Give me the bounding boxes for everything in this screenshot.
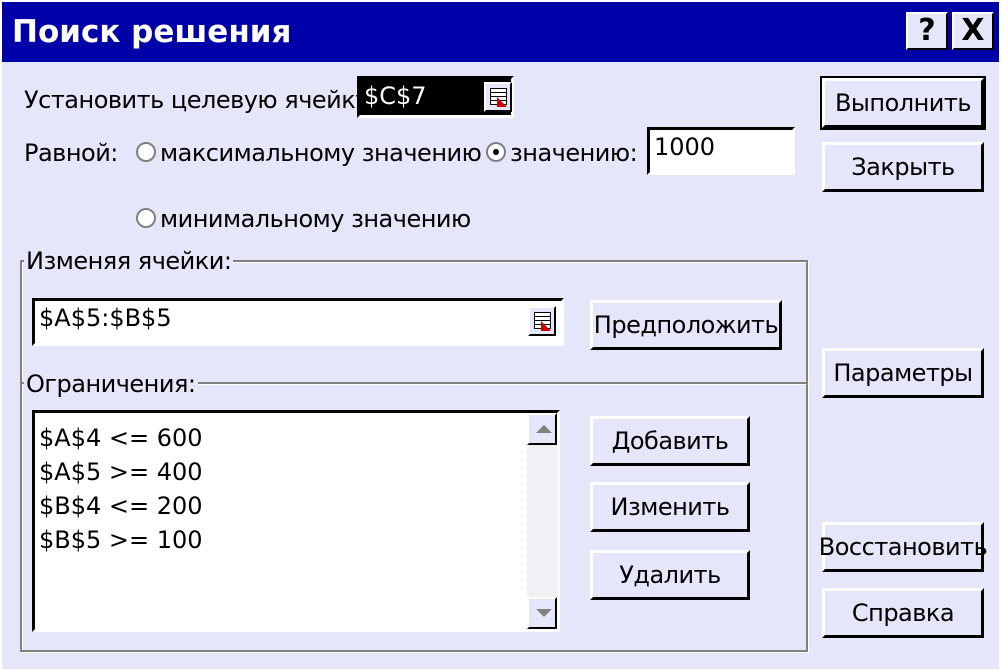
list-item[interactable]: $B$5 >= 100 (35, 523, 557, 557)
value-input[interactable]: 1000 (647, 127, 795, 175)
title-bar[interactable]: Поиск решения ? X (2, 2, 999, 62)
constraints-list[interactable]: $A$4 <= 600 $A$5 >= 400 $B$4 <= 200 $B$5… (32, 410, 560, 632)
scroll-up-icon[interactable] (527, 413, 557, 445)
radio-min-label: минимальному значению (160, 205, 471, 233)
constraints-scrollbar[interactable] (527, 413, 557, 629)
options-button[interactable]: Параметры (822, 348, 984, 398)
changing-cells-legend: Изменяя ячейки: (24, 246, 234, 276)
radio-max-label: максимальному значению (160, 139, 482, 167)
solver-dialog: Поиск решения ? X Установить целевую яче… (0, 0, 1001, 671)
radio-min[interactable] (136, 208, 156, 228)
delete-constraint-button[interactable]: Удалить (590, 550, 750, 600)
help-button[interactable]: Справка (822, 588, 984, 638)
scroll-down-icon[interactable] (527, 597, 557, 629)
guess-button[interactable]: Предположить (590, 300, 782, 350)
list-item[interactable]: $A$5 >= 400 (35, 455, 557, 489)
dialog-title: Поиск решения (12, 14, 292, 50)
add-constraint-button[interactable]: Добавить (590, 416, 750, 466)
close-button[interactable]: Закрыть (822, 142, 984, 192)
radio-value-label: значению: (510, 139, 638, 167)
list-item[interactable]: $A$4 <= 600 (35, 421, 557, 455)
list-item[interactable]: $B$4 <= 200 (35, 489, 557, 523)
close-icon[interactable]: X (952, 12, 994, 50)
constraints-legend: Ограничения: (24, 369, 198, 399)
reset-all-button[interactable]: Восстановить (819, 522, 988, 572)
equal-to-label: Равной: (24, 139, 118, 167)
help-icon[interactable]: ? (906, 12, 948, 50)
changing-cells-input[interactable]: $A$5:$B$5 (32, 298, 564, 346)
solve-button[interactable]: Выполнить (820, 76, 986, 130)
radio-max[interactable] (136, 142, 156, 162)
range-select-icon[interactable] (528, 306, 556, 336)
radio-value[interactable] (486, 142, 506, 162)
range-select-icon[interactable] (484, 82, 512, 112)
target-cell-label: Установить целевую ячейку: (24, 86, 377, 114)
change-constraint-button[interactable]: Изменить (590, 482, 750, 532)
